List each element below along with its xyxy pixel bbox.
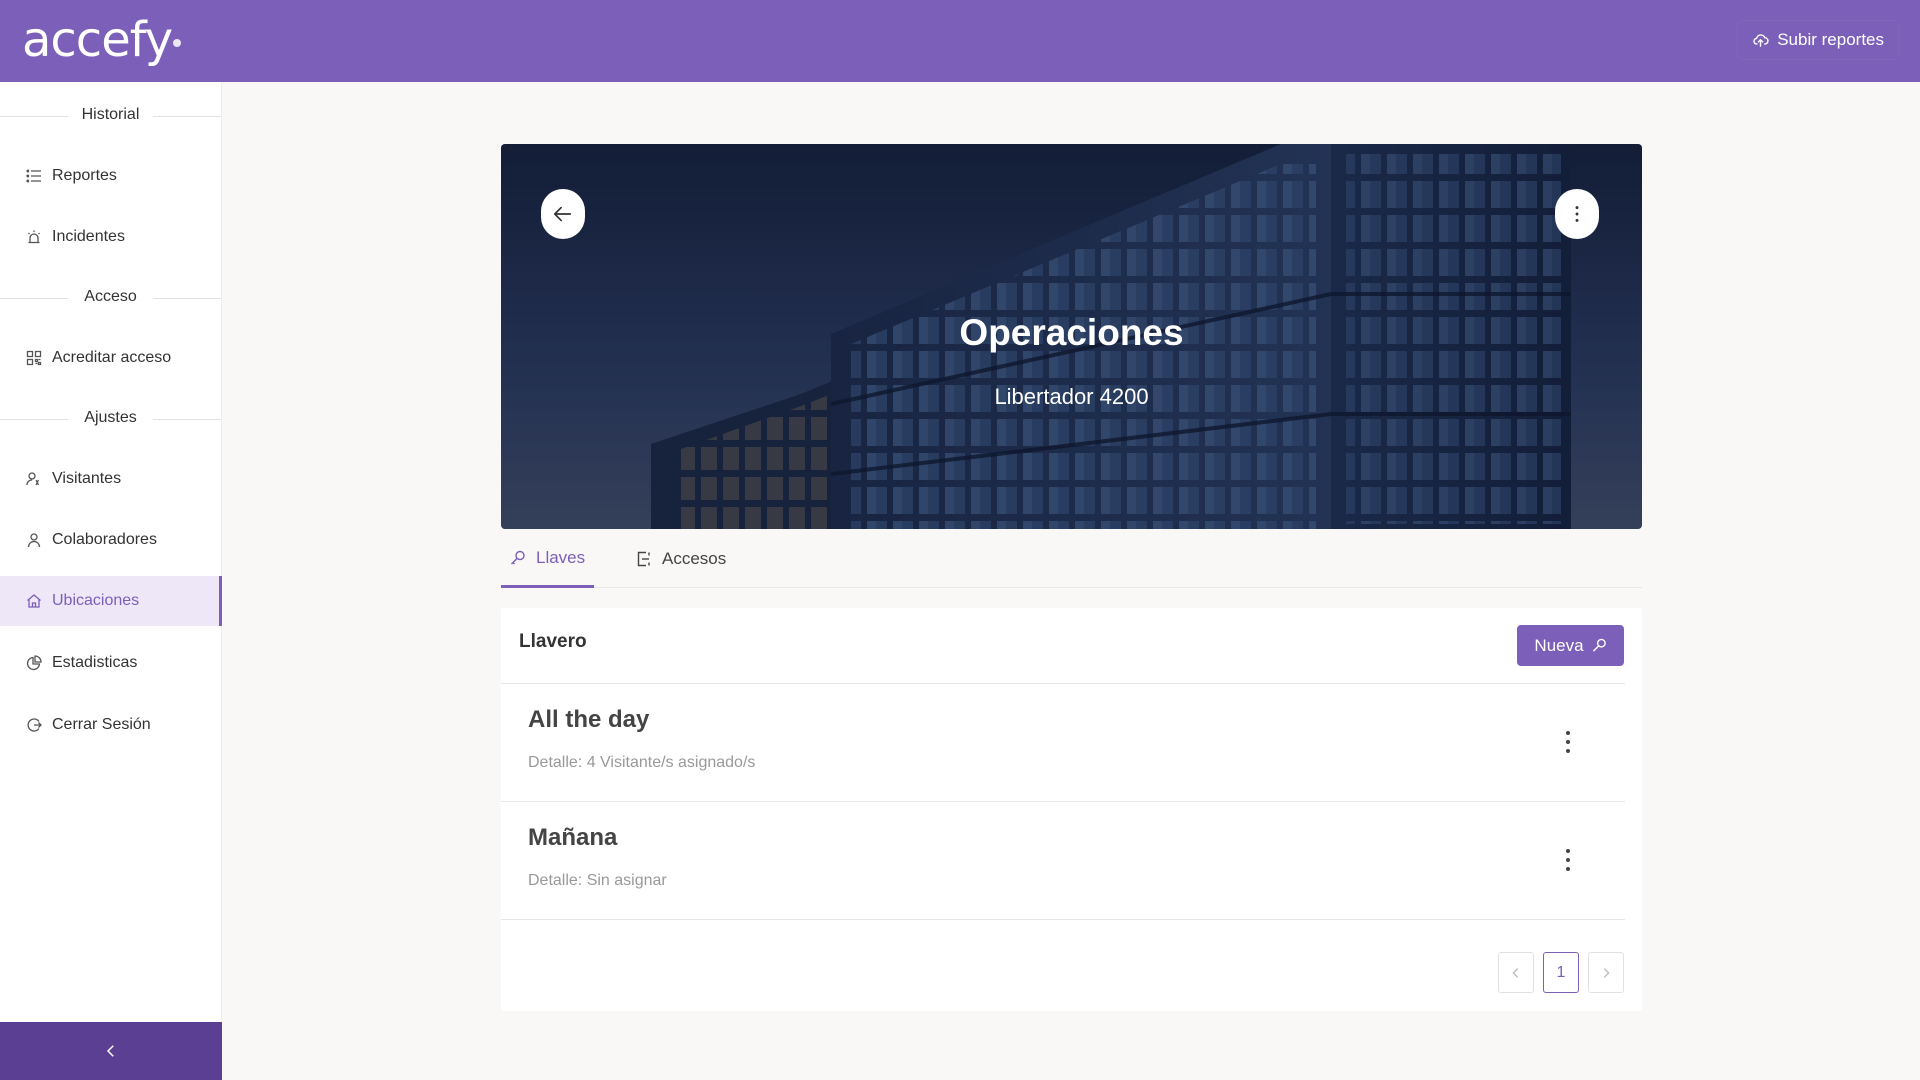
more-vertical-icon[interactable]	[1561, 722, 1575, 762]
list-item[interactable]: Mañana Detalle: Sin asignar	[501, 802, 1625, 919]
sidebar-item-incidentes[interactable]: Incidentes	[0, 212, 221, 262]
door-icon	[637, 551, 650, 567]
sidebar-section-ajustes: Ajustes	[0, 409, 221, 429]
divider	[501, 919, 1625, 920]
location-address: Libertador 4200	[994, 384, 1149, 409]
key-title: All the day	[528, 706, 650, 733]
tab-label: Llaves	[536, 547, 586, 567]
chevron-left-icon	[1512, 967, 1519, 978]
sidebar-item-label: Incidentes	[52, 228, 125, 245]
logo-text: accefy	[22, 12, 173, 68]
sidebar-item-cerrar-sesion[interactable]: Cerrar Sesión	[0, 700, 221, 750]
sidebar-item-ubicaciones[interactable]: Ubicaciones	[0, 576, 222, 626]
sidebar-item-acreditar-acceso[interactable]: Acreditar acceso	[0, 333, 221, 383]
tab-label: Accesos	[662, 549, 727, 568]
arrow-left-icon	[553, 206, 572, 222]
sidebar-item-label: Estadisticas	[52, 654, 138, 671]
user-icon	[27, 533, 41, 548]
sidebar-item-reportes[interactable]: Reportes	[0, 151, 221, 201]
location-options-button[interactable]	[1555, 189, 1599, 239]
logo-dot-icon	[173, 39, 182, 47]
sidebar-item-label: Colaboradores	[52, 531, 157, 548]
pagination: 1	[1498, 952, 1624, 993]
home-icon	[27, 594, 41, 608]
sidebar-section-historial: Historial	[0, 106, 221, 126]
key-detail: Detalle: 4 Visitante/s asignado/s	[528, 754, 756, 771]
keyring-card: Llavero Nueva All the day Detalle: 4 Vis…	[501, 608, 1642, 1011]
collapse-sidebar-button[interactable]	[0, 1022, 222, 1080]
sidebar-item-label: Visitantes	[52, 470, 122, 487]
key-detail: Detalle: Sin asignar	[528, 872, 667, 889]
page-button-current[interactable]: 1	[1543, 952, 1579, 993]
tab-llaves[interactable]: Llaves	[501, 530, 595, 588]
pie-chart-icon	[26, 655, 42, 671]
logout-icon	[27, 718, 42, 732]
brand-logo[interactable]: accefy	[22, 12, 182, 68]
sidebar-item-label: Reportes	[52, 167, 117, 184]
location-name: Operaciones	[959, 312, 1184, 353]
visitor-icon	[26, 472, 40, 486]
sidebar-item-label: Cerrar Sesión	[52, 716, 151, 733]
sidebar-item-colaboradores[interactable]: Colaboradores	[0, 515, 221, 565]
upload-reports-button[interactable]: Subir reportes	[1738, 21, 1898, 59]
more-vertical-icon	[1575, 206, 1579, 222]
sidebar-item-label: Ubicaciones	[52, 592, 140, 609]
new-key-label: Nueva	[1534, 635, 1584, 655]
sidebar: Historial Reportes Incidentes Acceso Acr…	[0, 82, 222, 1080]
sidebar-section-acceso: Acceso	[0, 288, 221, 308]
key-icon	[1592, 638, 1606, 652]
sidebar-item-visitantes[interactable]: Visitantes	[0, 454, 221, 504]
top-bar: accefy Subir reportes	[0, 0, 1920, 82]
cloud-upload-icon	[1753, 33, 1769, 47]
keyring-title: Llavero	[519, 631, 587, 652]
new-key-button[interactable]: Nueva	[1517, 625, 1624, 666]
key-title: Mañana	[528, 824, 618, 851]
chevron-left-icon	[106, 1045, 114, 1057]
location-banner: Operaciones Libertador 4200	[501, 144, 1642, 529]
tab-accesos[interactable]: Accesos	[636, 530, 726, 588]
qr-code-icon	[26, 350, 42, 366]
more-vertical-icon[interactable]	[1561, 840, 1575, 880]
chevron-right-icon	[1603, 967, 1610, 978]
sidebar-item-label: Acreditar acceso	[52, 349, 172, 366]
list-icon	[26, 169, 41, 183]
sidebar-item-estadisticas[interactable]: Estadisticas	[0, 638, 221, 688]
upload-reports-label: Subir reportes	[1777, 30, 1884, 49]
list-item[interactable]: All the day Detalle: 4 Visitante/s asign…	[501, 684, 1625, 801]
location-tabs: Llaves Accesos	[501, 530, 1642, 588]
next-page-button[interactable]	[1588, 952, 1624, 993]
key-icon	[511, 550, 525, 564]
back-button[interactable]	[541, 189, 585, 239]
alarm-icon	[28, 230, 40, 244]
previous-page-button[interactable]	[1498, 952, 1534, 993]
